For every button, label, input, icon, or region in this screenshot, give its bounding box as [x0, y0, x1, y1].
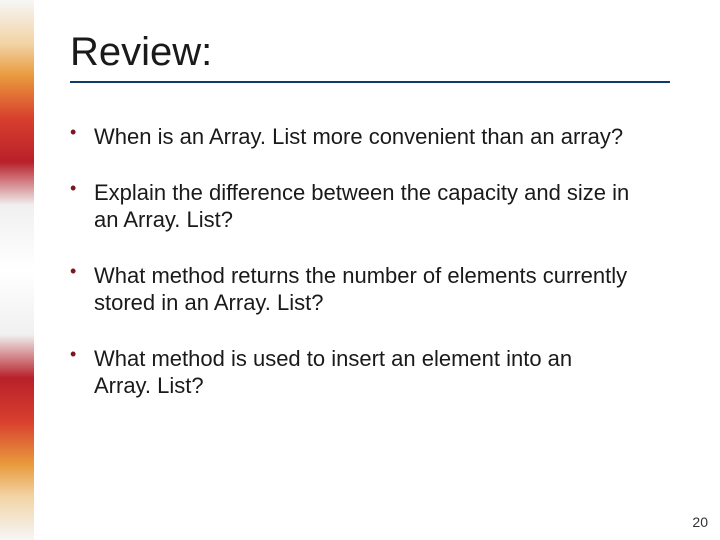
decorative-sidebar — [0, 0, 34, 540]
slide-heading: Review: — [70, 30, 670, 83]
bullet-list: When is an Array. List more convenient t… — [70, 123, 630, 400]
list-item: Explain the difference between the capac… — [70, 179, 630, 234]
list-item: What method returns the number of elemen… — [70, 262, 630, 317]
list-item: What method is used to insert an element… — [70, 345, 630, 400]
list-item: When is an Array. List more convenient t… — [70, 123, 630, 151]
page-number: 20 — [692, 514, 708, 530]
slide-content: Review: When is an Array. List more conv… — [70, 0, 690, 428]
